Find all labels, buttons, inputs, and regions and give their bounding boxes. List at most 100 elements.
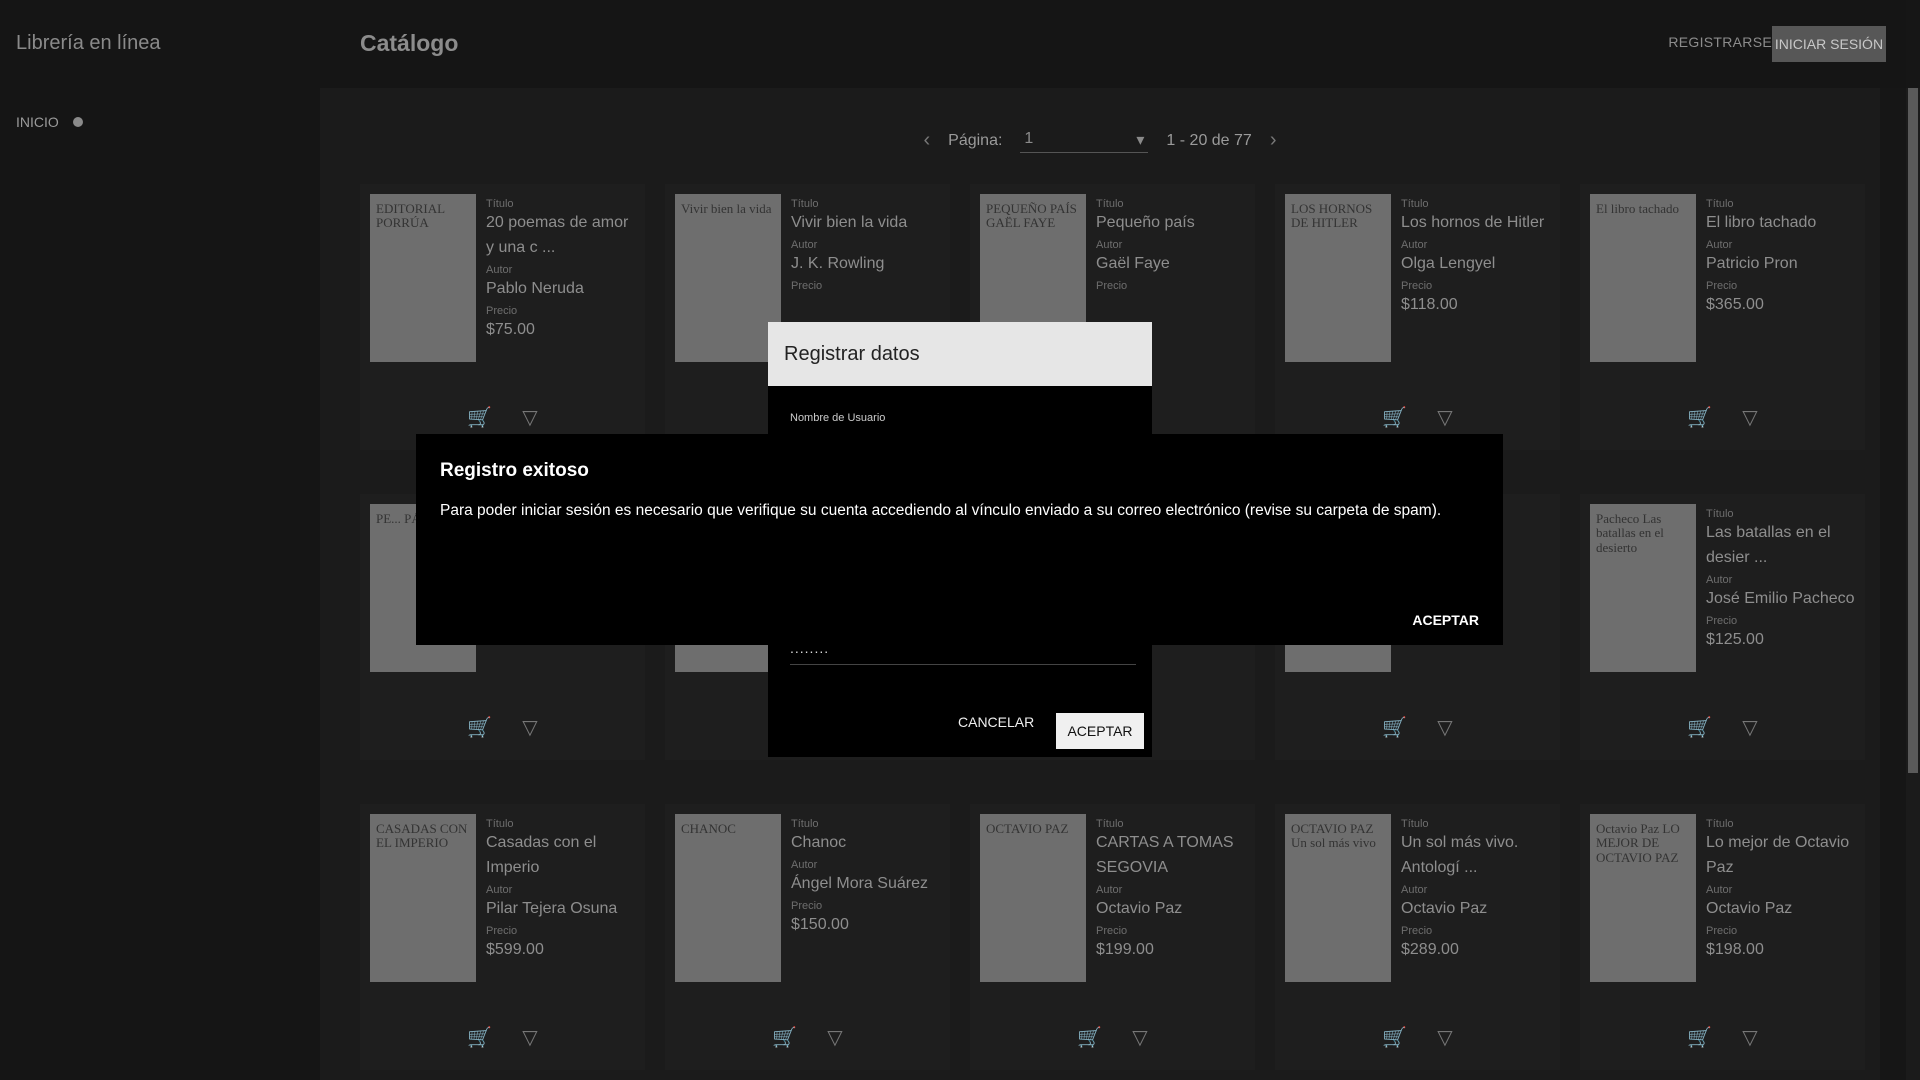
book-price-label: Precio <box>791 280 823 292</box>
book-title-label: Título <box>791 818 819 830</box>
book-cover[interactable]: CASADAS CON EL IMPERIO <box>370 814 476 982</box>
page-select[interactable]: 1 ▾ <box>1020 128 1149 153</box>
book-actions: 🛒▽ <box>1580 405 1865 430</box>
book-price-label: Precio <box>791 900 823 912</box>
book-title-label: Título <box>1096 818 1124 830</box>
book-title: 20 poemas de amor y una c ... <box>486 214 629 256</box>
add-to-cart-icon[interactable]: 🛒 <box>1382 405 1407 430</box>
filter-icon[interactable]: ▽ <box>1132 1025 1147 1050</box>
login-button[interactable]: INICIAR SESIÓN <box>1772 26 1886 62</box>
book-info: Título Pequeño país Autor Gaël Faye Precio <box>1096 196 1247 296</box>
register-button[interactable]: REGISTRARSE <box>1668 34 1772 50</box>
book-card[interactable]: CHANOC Título Chanoc Autor Ángel Mora Suárez… <box>665 804 950 1070</box>
book-author: Olga Lengyel <box>1401 255 1496 272</box>
register-accept-button[interactable]: ACEPTAR <box>1056 713 1144 749</box>
book-card[interactable]: EDITORIAL PORRÚA Título 20 poemas de amor … <box>360 184 645 450</box>
book-author: Pablo Neruda <box>486 280 584 297</box>
filter-icon[interactable]: ▽ <box>1742 405 1757 430</box>
add-to-cart-icon[interactable]: 🛒 <box>1382 715 1407 740</box>
add-to-cart-icon[interactable]: 🛒 <box>467 715 492 740</box>
book-author-label: Autor <box>1706 239 1733 251</box>
add-to-cart-icon[interactable]: 🛒 <box>1687 1025 1712 1050</box>
book-title: Las batallas en el desier ... <box>1706 524 1831 566</box>
page-label: Página: <box>948 131 1003 149</box>
book-info: Título Vivir bien la vida Autor J. K. Rowli… <box>791 196 942 296</box>
book-price-label: Precio <box>1706 280 1738 292</box>
book-cover[interactable]: Vivir bien la vida <box>675 194 781 362</box>
book-title-label: Título <box>1096 198 1124 210</box>
book-price: $289.00 <box>1401 941 1459 958</box>
book-title-label: Título <box>1401 198 1429 210</box>
book-info: Título Los hornos de Hitler Autor Olga Leng… <box>1401 196 1552 321</box>
success-accept-button[interactable]: ACEPTAR <box>1412 612 1479 628</box>
book-cover[interactable]: EDITORIAL PORRÚA <box>370 194 476 362</box>
add-to-cart-icon[interactable]: 🛒 <box>1382 1025 1407 1050</box>
book-price-label: Precio <box>1096 925 1128 937</box>
add-to-cart-icon[interactable]: 🛒 <box>1077 1025 1102 1050</box>
book-info: Título Las batallas en el desier ... Autor… <box>1706 506 1857 656</box>
book-cover-text: CHANOC <box>681 821 736 836</box>
book-cover-text: OCTAVIO PAZ <box>986 821 1069 836</box>
filter-icon[interactable]: ▽ <box>1437 1025 1452 1050</box>
book-card[interactable]: OCTAVIO PAZ Título CARTAS A TOMAS SEGOVIA A… <box>970 804 1255 1070</box>
filter-icon[interactable]: ▽ <box>522 405 537 430</box>
add-to-cart-icon[interactable]: 🛒 <box>772 1025 797 1050</box>
chevron-right-icon[interactable]: › <box>1270 129 1277 152</box>
success-dialog-message: Para poder iniciar sesión es necesario q… <box>440 502 1442 519</box>
book-cover-text: CASADAS CON EL IMPERIO <box>376 821 468 851</box>
page-title: Catálogo <box>360 30 459 56</box>
success-dialog: Registro exitoso Para poder iniciar sesi… <box>416 434 1503 645</box>
success-dialog-title: Registro exitoso <box>440 460 589 481</box>
book-title-label: Título <box>1401 818 1429 830</box>
book-price-label: Precio <box>486 925 518 937</box>
book-author-label: Autor <box>1096 239 1123 251</box>
filter-icon[interactable]: ▽ <box>827 1025 842 1050</box>
book-price-label: Precio <box>1096 280 1128 292</box>
book-cover[interactable]: Pacheco Las batallas en el desierto <box>1590 504 1696 672</box>
page-range: 1 - 20 de 77 <box>1166 131 1252 149</box>
book-card[interactable]: LOS HORNOS DE HITLER Título Los hornos de … <box>1275 184 1560 450</box>
book-price: $599.00 <box>486 941 544 958</box>
scrollbar-thumb[interactable] <box>1908 88 1918 773</box>
register-dialog-title: Registrar datos <box>768 322 1152 386</box>
book-cover[interactable]: CHANOC <box>675 814 781 982</box>
book-cover-text: OCTAVIO PAZ Un sol más vivo <box>1291 821 1376 851</box>
book-price: $125.00 <box>1706 631 1764 648</box>
book-cover[interactable]: Octavio Paz LO MEJOR DE OCTAVIO PAZ <box>1590 814 1696 982</box>
add-to-cart-icon[interactable]: 🛒 <box>1687 405 1712 430</box>
book-card[interactable]: OCTAVIO PAZ Un sol más vivo Título Un sol … <box>1275 804 1560 1070</box>
book-cover[interactable]: El libro tachado <box>1590 194 1696 362</box>
book-price-label: Precio <box>486 305 518 317</box>
book-author-label: Autor <box>1706 574 1733 586</box>
filter-icon[interactable]: ▽ <box>1742 715 1757 740</box>
book-info: Título El libro tachado Autor Patricio Pron… <box>1706 196 1857 321</box>
filter-icon[interactable]: ▽ <box>1437 405 1452 430</box>
book-actions: 🛒▽ <box>1275 715 1560 740</box>
add-to-cart-icon[interactable]: 🛒 <box>1687 715 1712 740</box>
sidebar: Librería en línea INICIO <box>0 0 320 1080</box>
filter-icon[interactable]: ▽ <box>1742 1025 1757 1050</box>
book-cover[interactable]: OCTAVIO PAZ Un sol más vivo <box>1285 814 1391 982</box>
book-cover-text: LOS HORNOS DE HITLER <box>1291 201 1373 231</box>
book-title-label: Título <box>1706 818 1734 830</box>
book-title: Chanoc <box>791 834 847 851</box>
book-title: Pequeño país <box>1096 214 1195 231</box>
book-info: Título Casadas con el Imperio Autor Pilar T… <box>486 816 637 966</box>
book-cover[interactable]: OCTAVIO PAZ <box>980 814 1086 982</box>
filter-icon[interactable]: ▽ <box>1437 715 1452 740</box>
add-to-cart-icon[interactable]: 🛒 <box>467 405 492 430</box>
add-to-cart-icon[interactable]: 🛒 <box>467 1025 492 1050</box>
book-cover[interactable]: LOS HORNOS DE HITLER <box>1285 194 1391 362</box>
book-card[interactable]: Pacheco Las batallas en el desierto Títul… <box>1580 494 1865 760</box>
book-card[interactable]: El libro tachado Título El libro tachado Au… <box>1580 184 1865 450</box>
filter-icon[interactable]: ▽ <box>522 715 537 740</box>
book-title: El libro tachado <box>1706 214 1817 231</box>
chevron-left-icon[interactable]: ‹ <box>923 129 930 152</box>
book-actions: 🛒▽ <box>665 1025 950 1050</box>
book-card[interactable]: Octavio Paz LO MEJOR DE OCTAVIO PAZ Títul… <box>1580 804 1865 1070</box>
filter-icon[interactable]: ▽ <box>522 1025 537 1050</box>
book-price: $199.00 <box>1096 941 1154 958</box>
sidebar-item-inicio[interactable]: INICIO <box>16 114 83 130</box>
cancel-button[interactable]: CANCELAR <box>958 714 1034 730</box>
book-card[interactable]: CASADAS CON EL IMPERIO Título Casadas con … <box>360 804 645 1070</box>
